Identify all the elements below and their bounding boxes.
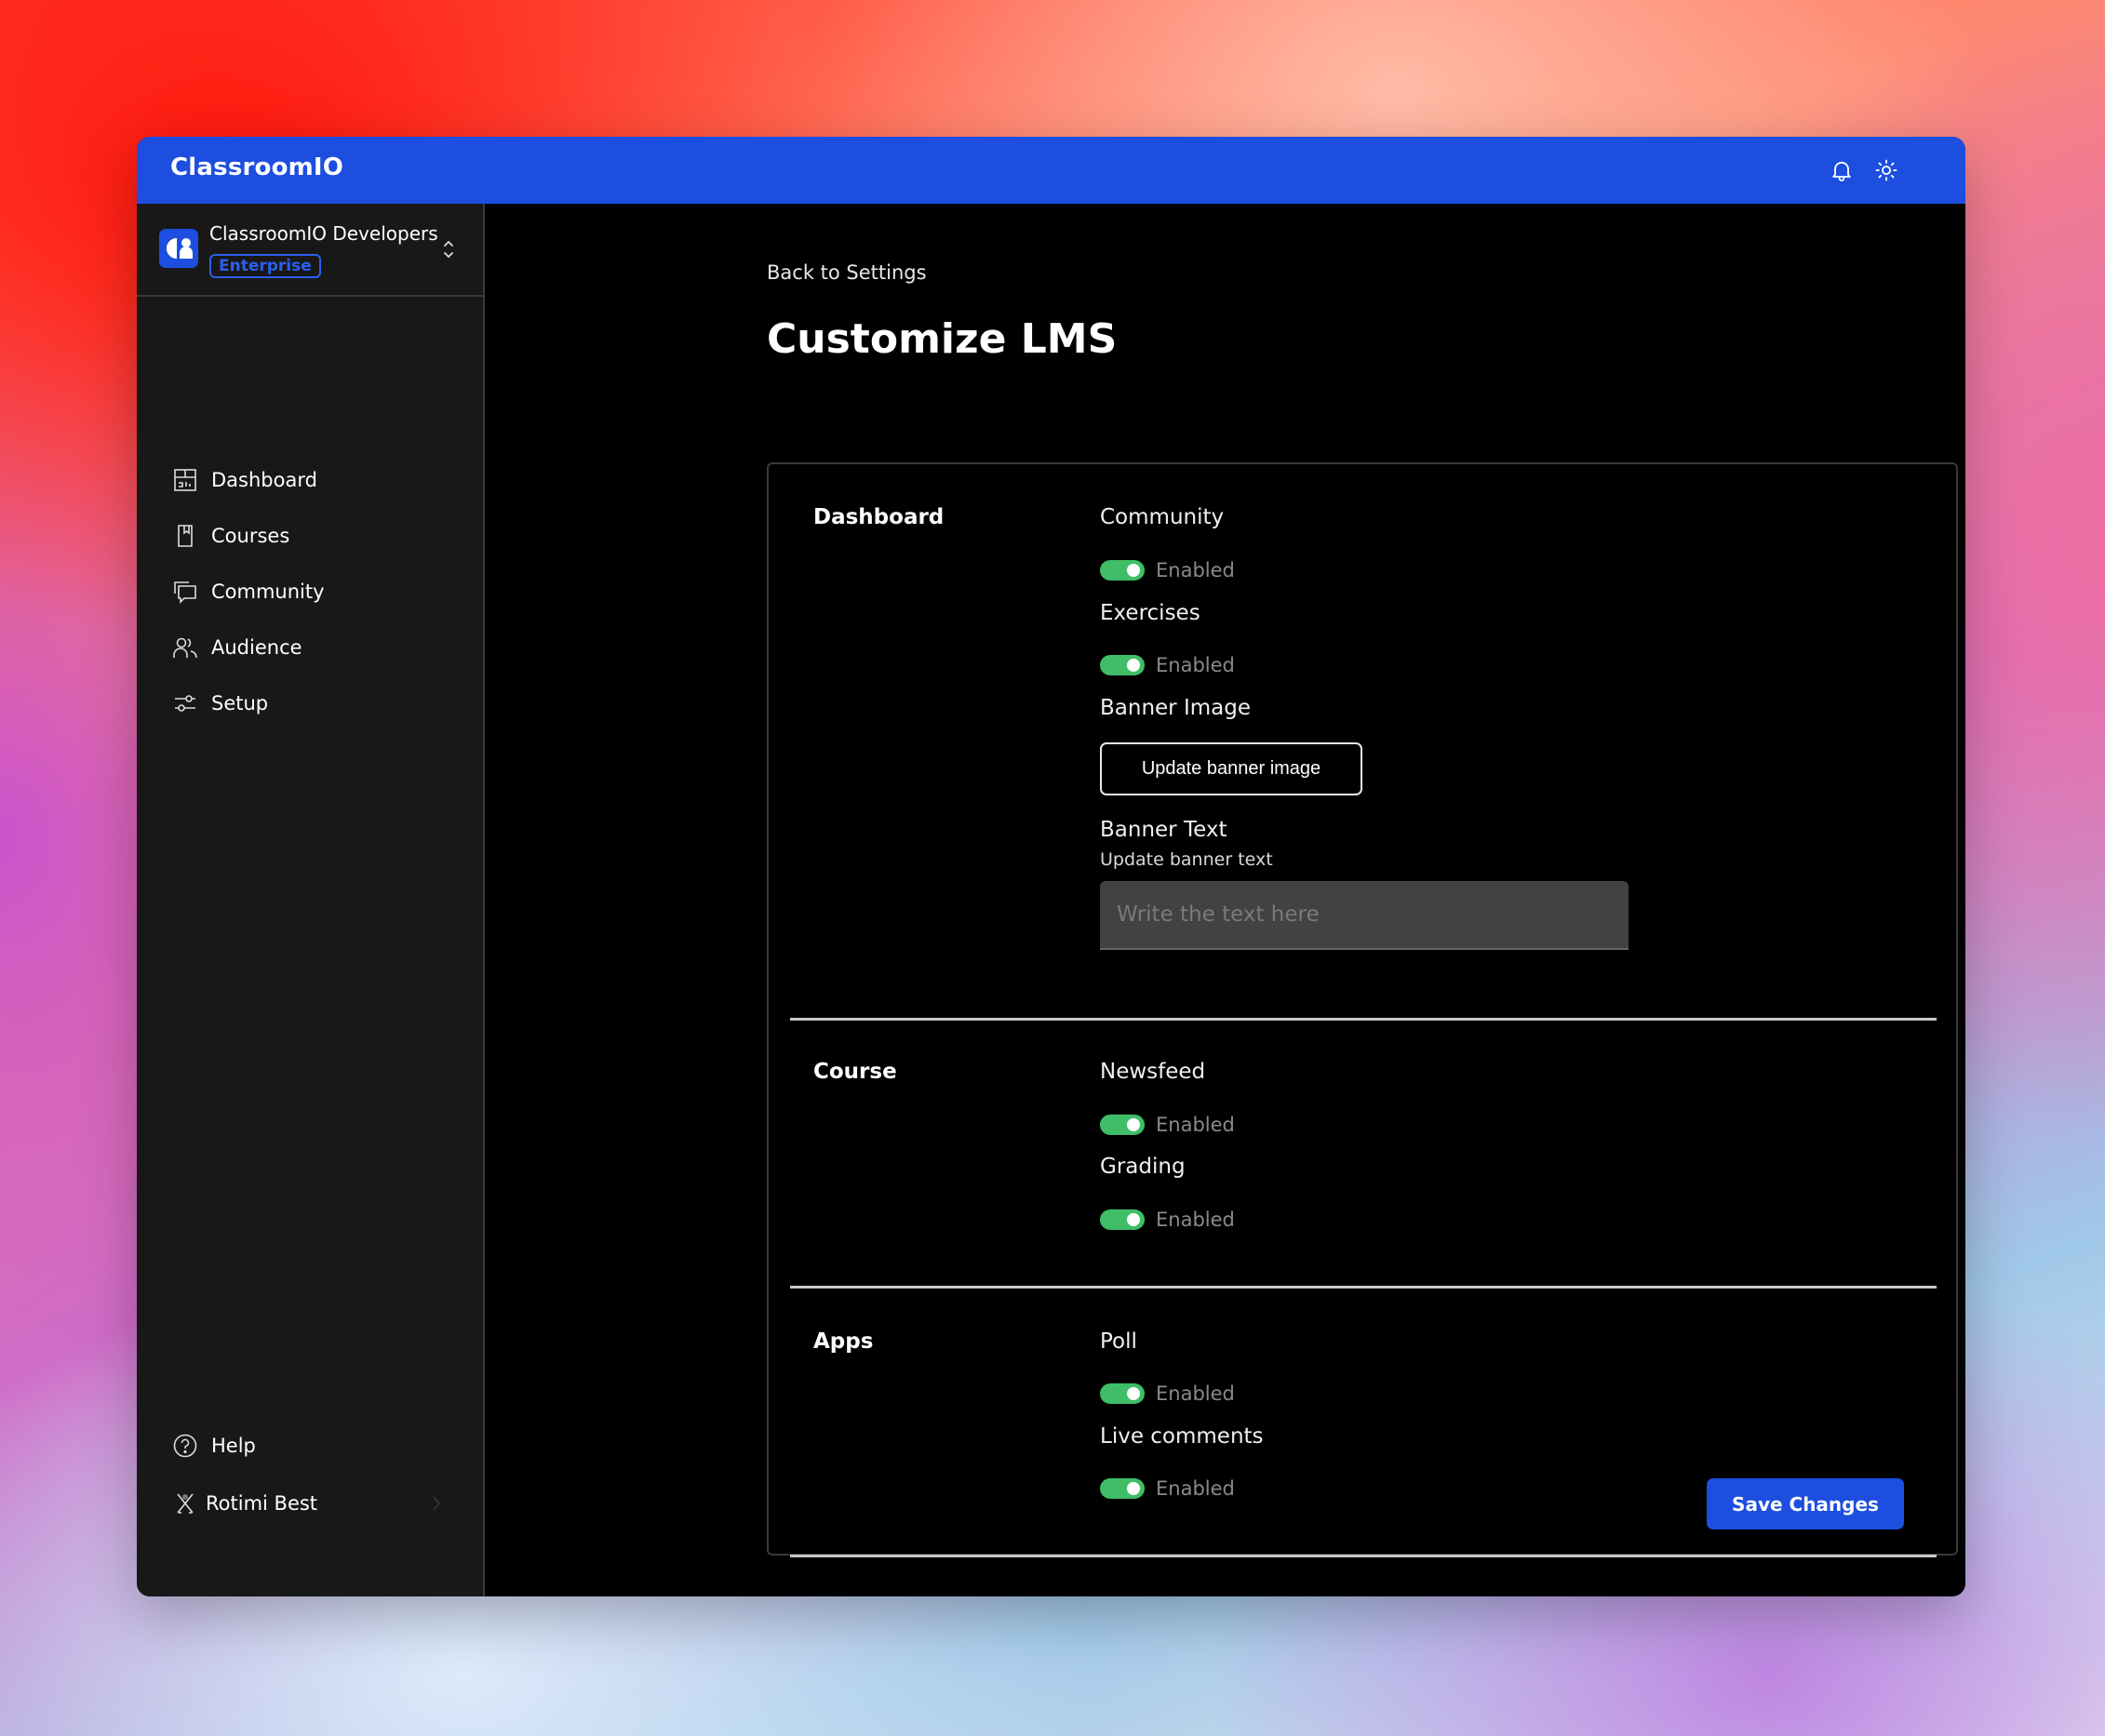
org-name: ClassroomIO Developers bbox=[209, 222, 438, 245]
org-switcher[interactable]: ClassroomIO Developers Enterprise bbox=[137, 204, 483, 297]
back-to-settings-link[interactable]: Back to Settings bbox=[767, 261, 927, 284]
toggle-state-text: Enabled bbox=[1156, 1477, 1235, 1500]
update-banner-image-button[interactable]: Update banner image bbox=[1100, 742, 1362, 795]
community-toggle-row: Enabled bbox=[1100, 558, 1235, 582]
sidebar-item-label: Courses bbox=[211, 525, 290, 547]
newsfeed-label: Newsfeed bbox=[1100, 1060, 1206, 1084]
grading-toggle[interactable] bbox=[1100, 1209, 1145, 1230]
top-bar: ClassroomIO bbox=[137, 137, 1965, 204]
dashboard-icon bbox=[174, 469, 196, 491]
toggle-state-text: Enabled bbox=[1156, 559, 1235, 581]
toggle-state-text: Enabled bbox=[1156, 654, 1235, 676]
live-comments-toggle-row: Enabled bbox=[1100, 1476, 1235, 1501]
sidebar-item-label: Setup bbox=[211, 692, 269, 714]
poll-toggle[interactable] bbox=[1100, 1383, 1145, 1404]
customize-card: Dashboard Community Enabled Exercises En… bbox=[767, 462, 1958, 1557]
newsfeed-toggle[interactable] bbox=[1100, 1115, 1145, 1135]
live-comments-toggle[interactable] bbox=[1100, 1478, 1145, 1499]
chevron-up-down-icon[interactable] bbox=[442, 237, 455, 261]
toggle-state-text: Enabled bbox=[1156, 1382, 1235, 1405]
community-toggle[interactable] bbox=[1100, 560, 1145, 581]
sun-icon[interactable] bbox=[1873, 157, 1899, 183]
section-divider bbox=[790, 1018, 1937, 1021]
app-window: ClassroomIO ClassroomIO Developers Enter… bbox=[137, 137, 1965, 1596]
users-icon bbox=[173, 637, 197, 658]
banner-text-label: Banner Text bbox=[1100, 818, 1227, 842]
toggle-state-text: Enabled bbox=[1156, 1114, 1235, 1136]
sidebar-item-audience[interactable]: Audience bbox=[172, 629, 302, 666]
app-logo-title[interactable]: ClassroomIO bbox=[170, 154, 343, 181]
grading-label: Grading bbox=[1100, 1155, 1186, 1179]
section-label-dashboard: Dashboard bbox=[813, 505, 945, 529]
grading-toggle-row: Enabled bbox=[1100, 1208, 1235, 1232]
sidebar-item-setup[interactable]: Setup bbox=[172, 685, 268, 722]
section-divider bbox=[790, 1286, 1937, 1289]
help-label: Help bbox=[211, 1435, 256, 1457]
poll-toggle-row: Enabled bbox=[1100, 1382, 1235, 1406]
book-icon bbox=[178, 525, 193, 547]
sidebar-item-label: Dashboard bbox=[211, 469, 317, 491]
chevron-right-icon bbox=[433, 1496, 441, 1511]
banner-text-input[interactable] bbox=[1100, 881, 1629, 950]
sidebar-item-courses[interactable]: Courses bbox=[172, 517, 289, 554]
banner-text-sublabel: Update banner text bbox=[1100, 849, 1273, 870]
banner-image-label: Banner Image bbox=[1100, 696, 1251, 720]
live-comments-label: Live comments bbox=[1100, 1424, 1264, 1449]
sidebar-item-label: Audience bbox=[211, 636, 302, 659]
sliders-icon bbox=[175, 695, 195, 712]
sidebar: ClassroomIO Developers Enterprise Dashbo… bbox=[137, 204, 485, 1596]
sidebar-item-label: Community bbox=[211, 581, 325, 603]
newsfeed-toggle-row: Enabled bbox=[1100, 1113, 1235, 1137]
help-icon bbox=[173, 1434, 197, 1458]
bell-icon[interactable] bbox=[1829, 157, 1855, 183]
toggle-state-text: Enabled bbox=[1156, 1209, 1235, 1231]
plan-badge: Enterprise bbox=[209, 254, 321, 278]
poll-label: Poll bbox=[1100, 1329, 1137, 1354]
save-changes-button[interactable]: Save Changes bbox=[1707, 1478, 1904, 1529]
section-divider bbox=[790, 1555, 1937, 1557]
org-logo-icon bbox=[159, 229, 198, 268]
section-label-apps: Apps bbox=[813, 1329, 874, 1354]
user-avatar-icon bbox=[177, 1493, 194, 1514]
user-profile-menu[interactable]: Rotimi Best bbox=[172, 1485, 451, 1522]
page-title: Customize LMS bbox=[767, 315, 1118, 363]
main-content: Back to Settings Customize LMS Dashboard… bbox=[485, 204, 1965, 1596]
exercises-label: Exercises bbox=[1100, 601, 1200, 625]
section-label-course: Course bbox=[813, 1060, 897, 1084]
chat-icon bbox=[174, 581, 196, 604]
sidebar-item-help[interactable]: Help bbox=[172, 1427, 256, 1464]
community-label: Community bbox=[1100, 505, 1225, 529]
sidebar-item-dashboard[interactable]: Dashboard bbox=[172, 461, 317, 499]
exercises-toggle-row: Enabled bbox=[1100, 653, 1235, 677]
user-name: Rotimi Best bbox=[206, 1492, 318, 1515]
exercises-toggle[interactable] bbox=[1100, 655, 1145, 675]
sidebar-item-community[interactable]: Community bbox=[172, 573, 325, 610]
